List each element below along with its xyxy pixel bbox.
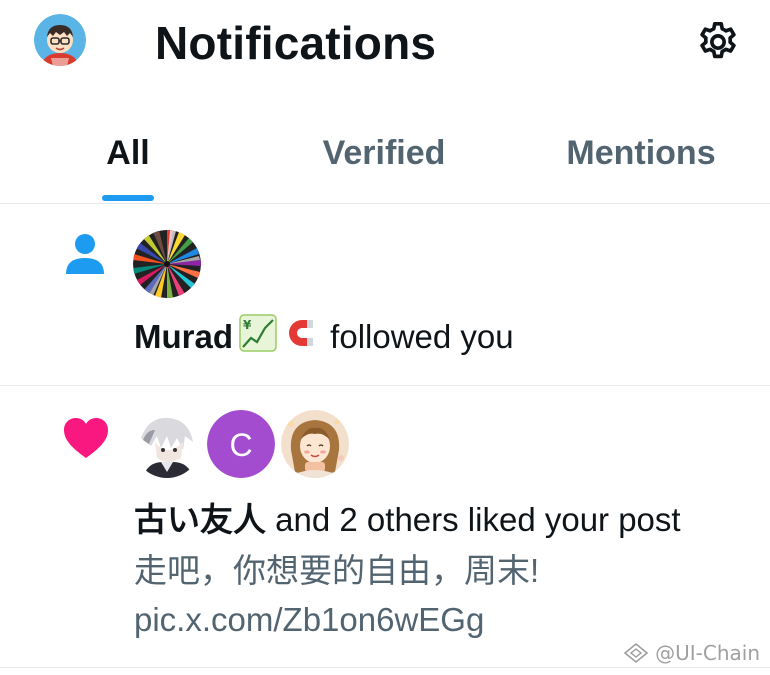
person-icon <box>62 232 108 283</box>
active-tab-indicator <box>102 195 154 201</box>
chart-increasing-with-yen-icon: ¥ <box>239 314 277 361</box>
actor-name[interactable]: 古い友人 <box>134 501 266 538</box>
notification-like[interactable]: C 古い友人 and 2 others liked your post 走吧，你… <box>0 386 770 667</box>
settings-button[interactable] <box>692 16 744 68</box>
avatar-liker-1[interactable] <box>133 410 201 478</box>
avatar-murad[interactable] <box>133 230 201 298</box>
svg-text:¥: ¥ <box>243 318 252 332</box>
avatar-liker-3[interactable] <box>281 410 349 478</box>
tab-all-label: All <box>106 134 150 172</box>
profile-avatar[interactable] <box>34 14 86 66</box>
svg-text:C: C <box>229 427 252 463</box>
tab-bar: All Verified Mentions <box>0 106 770 204</box>
notification-text: Murad ¥ followed you <box>134 314 514 361</box>
post-preview-link[interactable]: pic.x.com/Zb1on6wEGg <box>134 599 484 641</box>
watermark-logo-icon <box>623 642 649 664</box>
tab-verified[interactable]: Verified <box>256 106 512 204</box>
notification-text: 古い友人 and 2 others liked your post <box>134 500 681 540</box>
anime-character-avatar-icon <box>133 410 201 478</box>
radial-burst-avatar-icon <box>133 230 201 298</box>
actor-name[interactable]: Murad <box>134 318 233 355</box>
heart-icon <box>62 416 110 465</box>
post-preview-text[interactable]: 走吧，你想要的自由，周末! <box>134 550 539 592</box>
avatar-liker-2[interactable]: C <box>207 410 275 478</box>
gear-icon <box>700 21 736 59</box>
magnet-icon <box>283 314 321 361</box>
tab-verified-label: Verified <box>322 134 446 172</box>
watermark-text: @UI-Chain <box>655 641 760 665</box>
notification-divider <box>0 667 770 668</box>
header: Notifications <box>0 0 770 90</box>
tab-mentions[interactable]: Mentions <box>512 106 770 204</box>
notification-follow[interactable]: Murad ¥ followed you <box>0 204 770 385</box>
action-text: and 2 others liked your post <box>266 501 681 538</box>
notifications-screen: Notifications All Verified Mentions Mura… <box>0 0 770 675</box>
letter-avatar-icon: C <box>207 410 275 478</box>
watermark: @UI-Chain <box>623 641 760 665</box>
anime-girl-avatar-icon <box>281 410 349 478</box>
page-title: Notifications <box>155 17 437 69</box>
user-avatar-icon <box>34 14 86 66</box>
action-text: followed you <box>321 318 514 355</box>
tab-mentions-label: Mentions <box>566 134 716 172</box>
tab-all[interactable]: All <box>0 106 256 204</box>
